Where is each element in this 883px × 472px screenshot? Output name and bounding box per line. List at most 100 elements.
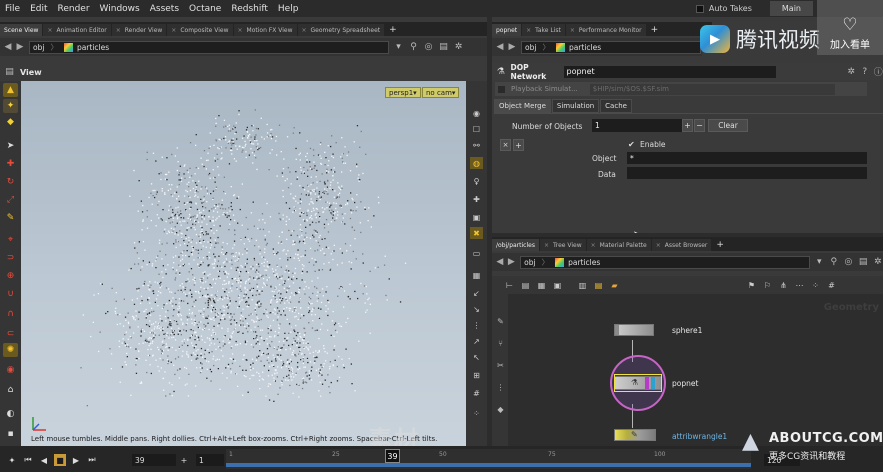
parameter-path-field[interactable]: obj 〉 particles <box>521 40 701 54</box>
arc-tool-icon[interactable]: ∩ <box>3 307 18 321</box>
split-icon[interactable]: ▤ <box>438 42 449 53</box>
branch-icon[interactable]: ⋯ <box>794 280 805 291</box>
note-icon[interactable]: ▤ <box>593 280 604 291</box>
close-icon[interactable]: × <box>116 27 121 34</box>
tab-tree-view[interactable]: × Tree View <box>539 239 586 251</box>
camera-tool-icon[interactable]: ⌂ <box>3 383 18 397</box>
jump-start-icon[interactable]: ⏮ <box>22 454 34 466</box>
play-reverse-icon[interactable]: ◀ <box>38 454 50 466</box>
clear-button[interactable]: Clear <box>708 119 748 132</box>
step-forward-icon[interactable]: ▶ <box>70 454 82 466</box>
menu-file[interactable]: File <box>0 4 25 14</box>
grid-icon[interactable]: ▦ <box>470 269 483 281</box>
tab-material-palette[interactable]: × Material Palette <box>586 239 651 251</box>
gear-icon[interactable]: ✲ <box>846 66 856 77</box>
close-icon[interactable]: × <box>302 27 307 34</box>
tab-composite-view[interactable]: × Composite View <box>167 24 233 36</box>
link-icon[interactable]: ⚲ <box>829 257 840 268</box>
start-frame-field[interactable]: 1 <box>196 454 224 466</box>
gear-icon[interactable]: ✲ <box>453 42 464 53</box>
attribwrangle1-node[interactable]: ✎ <box>614 429 656 441</box>
forward-icon[interactable]: ▶ <box>506 41 518 53</box>
link-icon[interactable]: ⚲ <box>408 42 419 53</box>
pin-icon[interactable]: ▾ <box>393 42 404 53</box>
close-icon[interactable]: × <box>526 27 531 34</box>
light-tool-icon[interactable]: ◐ <box>3 407 18 421</box>
add-tab-button[interactable]: + <box>712 239 728 251</box>
arrow-icon[interactable]: ↙ <box>470 287 483 299</box>
auto-takes-toggle[interactable]: Auto Takes <box>695 4 752 13</box>
wrench-icon[interactable]: ✖ <box>470 227 483 239</box>
back-icon[interactable]: ◀ <box>494 256 506 268</box>
pivot-tool-icon[interactable]: ⊕ <box>3 269 18 283</box>
image-icon[interactable]: ▣ <box>552 280 563 291</box>
menu-redshift[interactable]: Redshift <box>226 4 273 14</box>
merge-icon[interactable]: ⋔ <box>778 280 789 291</box>
back-icon[interactable]: ◀ <box>2 41 14 53</box>
ghost-icon[interactable]: ☐ <box>470 123 483 135</box>
tab-object-merge[interactable]: Object Merge <box>494 99 551 113</box>
menu-edit[interactable]: Edit <box>25 4 52 14</box>
tab-motion-fx-view[interactable]: × Motion FX View <box>233 24 297 36</box>
auto-takes-checkbox[interactable] <box>695 4 704 13</box>
close-icon[interactable]: × <box>47 27 52 34</box>
branch-tool-icon[interactable]: ⑂ <box>495 338 506 349</box>
decrement-button[interactable]: − <box>694 119 705 132</box>
back-icon[interactable]: ◀ <box>494 41 506 53</box>
data-field[interactable] <box>627 167 867 179</box>
flag2-icon[interactable]: ⚐ <box>762 280 773 291</box>
primitive-icon[interactable]: ⊞ <box>470 369 483 381</box>
pin-icon[interactable]: ▾ <box>814 257 825 268</box>
forward-icon[interactable]: ▶ <box>14 41 26 53</box>
link-icon[interactable]: ⚯ <box>470 139 483 151</box>
close-icon[interactable]: × <box>171 27 176 34</box>
remove-multiparm-button[interactable]: × <box>500 139 511 151</box>
menu-windows[interactable]: Windows <box>95 4 145 14</box>
stop-icon[interactable]: ■ <box>54 454 66 466</box>
add-to-list-button[interactable]: ♡ 加入看单 <box>817 0 883 55</box>
help-icon[interactable]: ? <box>860 66 870 77</box>
dot-icon[interactable]: ⁘ <box>810 280 821 291</box>
close-icon[interactable]: × <box>656 242 661 249</box>
misc-tool-icon[interactable]: ▪ <box>3 427 18 441</box>
target-icon[interactable]: ◎ <box>423 42 434 53</box>
split-icon[interactable]: ▤ <box>858 257 869 268</box>
dots-tool-icon[interactable]: ⋮ <box>495 382 506 393</box>
close-icon[interactable]: × <box>238 27 243 34</box>
attract-tool-icon[interactable]: ⊂ <box>3 327 18 341</box>
obj-path-segment[interactable]: obj <box>524 258 535 267</box>
object-field[interactable]: * <box>627 152 867 164</box>
tab-popnet[interactable]: popnet <box>492 24 522 36</box>
network-path-field[interactable]: obj 〉 particles <box>520 255 810 269</box>
tab-scene-view[interactable]: Scene View <box>0 24 43 36</box>
vectors-icon[interactable]: ↗ <box>470 335 483 347</box>
palette-icon[interactable]: ◆ <box>495 404 506 415</box>
num-objects-field[interactable]: 1 <box>592 119 682 132</box>
menu-octane[interactable]: Octane <box>184 4 226 14</box>
tab-cache[interactable]: Cache <box>600 99 632 113</box>
node-path-segment[interactable]: particles <box>569 43 601 52</box>
forward-icon[interactable]: ▶ <box>506 256 518 268</box>
grid-snap-icon[interactable]: # <box>826 280 837 291</box>
sphere1-node[interactable] <box>614 324 654 336</box>
no-cam-menu-button[interactable]: no cam ▾ <box>422 87 460 98</box>
node-path-segment[interactable]: particles <box>568 258 600 267</box>
add-tab-button[interactable]: + <box>385 24 401 36</box>
tab-simulation[interactable]: Simulation <box>551 99 600 113</box>
tree-icon[interactable]: ⊢ <box>504 280 515 291</box>
edit-icon[interactable]: ✎ <box>495 316 506 327</box>
normals-icon[interactable]: ↘ <box>470 303 483 315</box>
tab-take-list[interactable]: × Take List <box>522 24 565 36</box>
tab-asset-browser[interactable]: × Asset Browser <box>651 239 712 251</box>
flag-icon[interactable]: ⚑ <box>746 280 757 291</box>
lock-icon[interactable]: ▣ <box>470 211 483 223</box>
hull-icon[interactable]: ↖ <box>470 351 483 363</box>
gear-icon[interactable]: ✲ <box>872 257 883 268</box>
numbers-icon[interactable]: # <box>470 387 483 399</box>
orbit-tool-icon[interactable]: ∪ <box>3 287 18 301</box>
close-icon[interactable]: × <box>591 242 596 249</box>
frame-step-icon[interactable]: + <box>178 454 190 466</box>
playback-checkbox[interactable] <box>498 85 505 93</box>
playback-path-field[interactable]: $HIP/sim/$OS.$SF.sim <box>589 83 835 95</box>
scene-viewport[interactable]: persp1 ▾ no cam ▾ Left mouse tumbles. Midd… <box>21 81 466 446</box>
